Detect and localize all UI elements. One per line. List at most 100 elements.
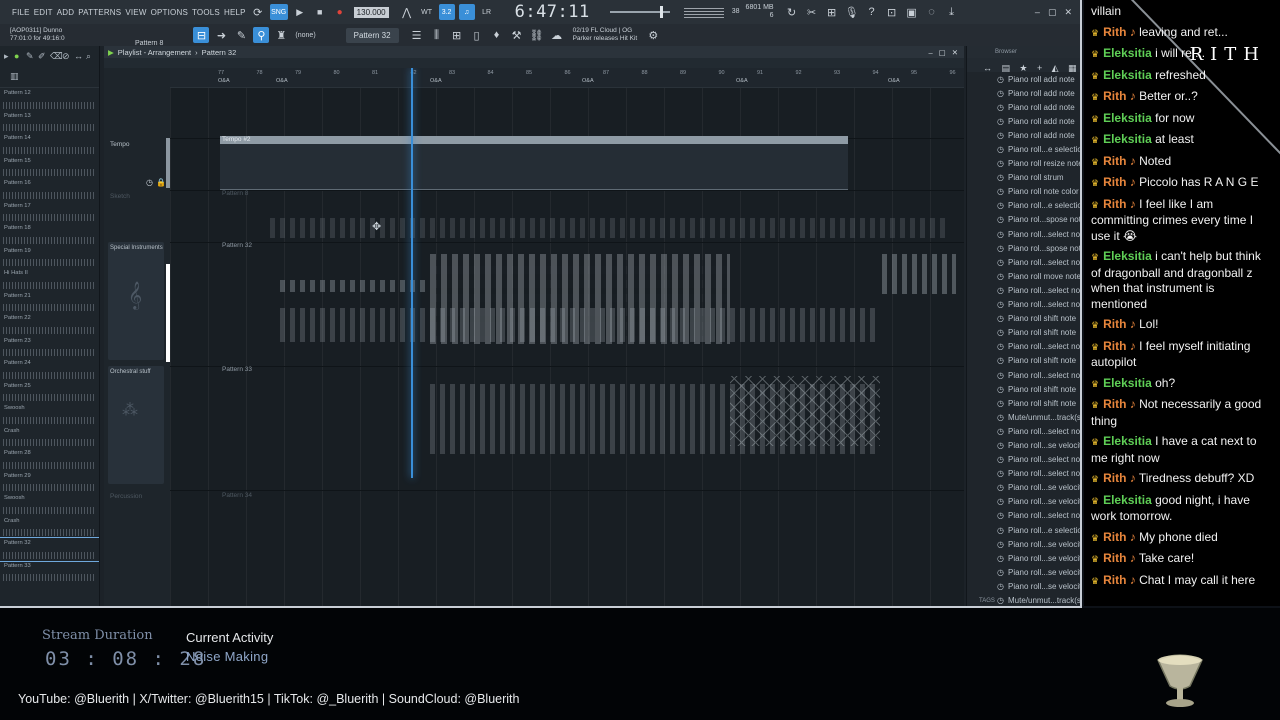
chat-username[interactable]: Rith ♪ [1103, 530, 1136, 544]
close-icon[interactable]: ✕ [1064, 7, 1072, 18]
play-button[interactable]: ▶ [292, 4, 308, 20]
chat-username[interactable]: Rith ♪ [1103, 197, 1136, 211]
mixer-view-icon[interactable]: ⫼ [429, 27, 445, 43]
history-item[interactable]: ◷ Piano roll...select note [967, 368, 1080, 382]
pattern-list-item[interactable]: Pattern 23 [0, 336, 99, 359]
track-header-sketch[interactable]: Sketch [108, 190, 166, 240]
history-item[interactable]: ◷ Piano roll move note [967, 269, 1080, 283]
cloud-icon[interactable]: ☁ [549, 27, 565, 43]
menu-add[interactable]: ADD [57, 8, 75, 17]
menu-tools[interactable]: TOOLS [192, 8, 220, 17]
ruler-marker[interactable]: O&A [218, 78, 230, 84]
draw-icon[interactable]: ✎ [26, 52, 35, 61]
channel-rack-icon[interactable]: ☰ [409, 27, 425, 43]
pattern-selector[interactable]: Pattern 32 [345, 27, 399, 43]
pattern-list-item[interactable]: Swoosh [0, 403, 99, 426]
history-item[interactable]: ◷ Piano roll...e selection [967, 523, 1080, 537]
download-icon[interactable]: ⤓ [944, 4, 960, 20]
plugin-icon[interactable]: ⊡ [884, 4, 900, 20]
arrow-icon[interactable]: ▸ [4, 52, 13, 61]
pattern-list-item[interactable]: Pattern 29 [0, 471, 99, 494]
history-item[interactable]: ◷ Piano roll...select note [967, 227, 1080, 241]
chat-username[interactable]: Rith ♪ [1103, 339, 1136, 353]
plugin-view-icon[interactable]: ♦ [489, 27, 505, 43]
arrangement-grid[interactable]: 77 78 79 80 81 82 83 84 85 86 87 88 89 90 91 92 93 94 95 96… [170, 68, 964, 606]
chat-username[interactable]: Rith ♪ [1103, 89, 1136, 103]
chat-username[interactable]: Rith ♪ [1103, 154, 1136, 168]
piano-keys-icon[interactable]: ▥ [10, 72, 19, 81]
browser-tags[interactable]: TAGS [979, 598, 995, 604]
lock-icon[interactable]: 🔒 [156, 178, 166, 187]
history-item[interactable]: ◷ Piano roll...se velocity [967, 481, 1080, 495]
browser-icon[interactable]: ▣ [904, 4, 920, 20]
pattern-list-item[interactable]: Pattern 33 [0, 561, 99, 584]
chat-username[interactable]: Rith ♪ [1103, 317, 1136, 331]
history-item[interactable]: ◷ Piano roll...se velocity [967, 565, 1080, 579]
history-item[interactable]: ◷ Piano rol...spose note [967, 213, 1080, 227]
history-item[interactable]: ◷ Piano roll add note [967, 72, 1080, 86]
news-panel[interactable]: 02/19 FL Cloud | OG Parker releases Hit … [573, 27, 638, 43]
ruler-marker[interactable]: O&A [736, 78, 748, 84]
microphone-icon[interactable]: 🎙 [844, 4, 860, 20]
master-volume-slider[interactable] [609, 6, 670, 18]
sync-icon[interactable]: ↻ [784, 4, 800, 20]
wait-icon[interactable]: WT [419, 4, 435, 20]
layout-icon[interactable]: ▦ [1068, 63, 1077, 73]
chat-username[interactable]: Rith ♪ [1103, 573, 1136, 587]
stamp-icon[interactable]: ♜ [273, 27, 289, 43]
tuner-icon[interactable]: ⚒ [509, 27, 525, 43]
loop-icon[interactable]: ⟳ [250, 4, 266, 20]
track-header-percussion[interactable]: Percussion [108, 490, 166, 600]
menu-edit[interactable]: EDIT [34, 8, 53, 17]
chat-username[interactable]: Eleksitia [1103, 46, 1152, 60]
metronome-icon[interactable]: ⋀ [399, 4, 415, 20]
help-icon[interactable]: ? [864, 4, 880, 20]
chat-username[interactable]: Rith ♪ [1103, 397, 1136, 411]
chat-username[interactable]: Eleksitia [1103, 111, 1152, 125]
pattern-song-toggle[interactable]: SNG [269, 4, 288, 20]
snap-selector[interactable]: (none) [295, 32, 315, 39]
special-clip-notes-c[interactable] [280, 308, 880, 342]
step-edit-icon[interactable]: ♫ [458, 4, 475, 20]
history-item[interactable]: ◷ Piano roll shift note [967, 382, 1080, 396]
chat-bubble-icon[interactable]: ◌ [924, 4, 940, 20]
mixer-icon[interactable]: ✂ [804, 4, 820, 20]
history-item[interactable]: ◷ Piano roll add note [967, 86, 1080, 100]
slip-icon[interactable]: ↔ [74, 52, 83, 61]
chat-username[interactable]: Rith ♪ [1103, 551, 1136, 565]
plus-icon[interactable]: + [1037, 63, 1042, 73]
menu-patterns[interactable]: PATTERNS [78, 8, 121, 17]
history-item[interactable]: ◷ Piano roll...select note [967, 424, 1080, 438]
history-item[interactable]: ◷ Mute/unmut...track(s) [967, 410, 1080, 424]
loop-record-icon[interactable]: LR [479, 4, 495, 20]
chat-username[interactable]: Eleksitia [1103, 376, 1152, 390]
chat-username[interactable]: Eleksitia [1103, 493, 1152, 507]
special-clip-notes-a[interactable] [280, 280, 430, 292]
song-position-clock[interactable]: 6:47:11 [515, 2, 590, 22]
history-item[interactable]: ◷ Piano roll shift note [967, 354, 1080, 368]
pattern-list-item[interactable]: Pattern 24 [0, 358, 99, 381]
history-item[interactable]: ◷ Piano rol...spose note [967, 241, 1080, 255]
history-item[interactable]: ◷ Piano roll...select note [967, 298, 1080, 312]
history-item[interactable]: ◷ Piano roll shift note [967, 326, 1080, 340]
pattern-list-item[interactable]: Pattern 14 [0, 133, 99, 156]
chat-username[interactable]: Eleksitia [1103, 132, 1152, 146]
history-item[interactable]: ◷ Piano roll...select note [967, 509, 1080, 523]
arrows-icon[interactable]: ↔ [983, 63, 992, 73]
chat-username[interactable]: Rith ♪ [1103, 175, 1136, 189]
countdown-icon[interactable]: 3.2 [438, 4, 455, 20]
history-item[interactable]: ◷ Piano roll...se velocity [967, 537, 1080, 551]
ruler-marker[interactable]: O&A [582, 78, 594, 84]
mute-icon[interactable]: ⊘ [62, 52, 71, 61]
pattern-list-item[interactable]: Pattern 16 [0, 178, 99, 201]
star-icon[interactable]: ★ [1019, 63, 1027, 73]
clock-icon[interactable]: ◷ [146, 178, 153, 187]
pattern-list-item[interactable]: Pattern 28 [0, 448, 99, 471]
ruler-marker[interactable]: O&A [888, 78, 900, 84]
history-item[interactable]: ◷ Piano roll...select note [967, 255, 1080, 269]
chat-username[interactable]: Eleksitia [1103, 249, 1152, 263]
history-item[interactable]: ◷ Piano roll...se velocity [967, 438, 1080, 452]
ruler-marker[interactable]: O&A [430, 78, 442, 84]
chat-username[interactable]: Eleksitia [1103, 434, 1152, 448]
history-item[interactable]: ◷ Piano roll add note [967, 114, 1080, 128]
